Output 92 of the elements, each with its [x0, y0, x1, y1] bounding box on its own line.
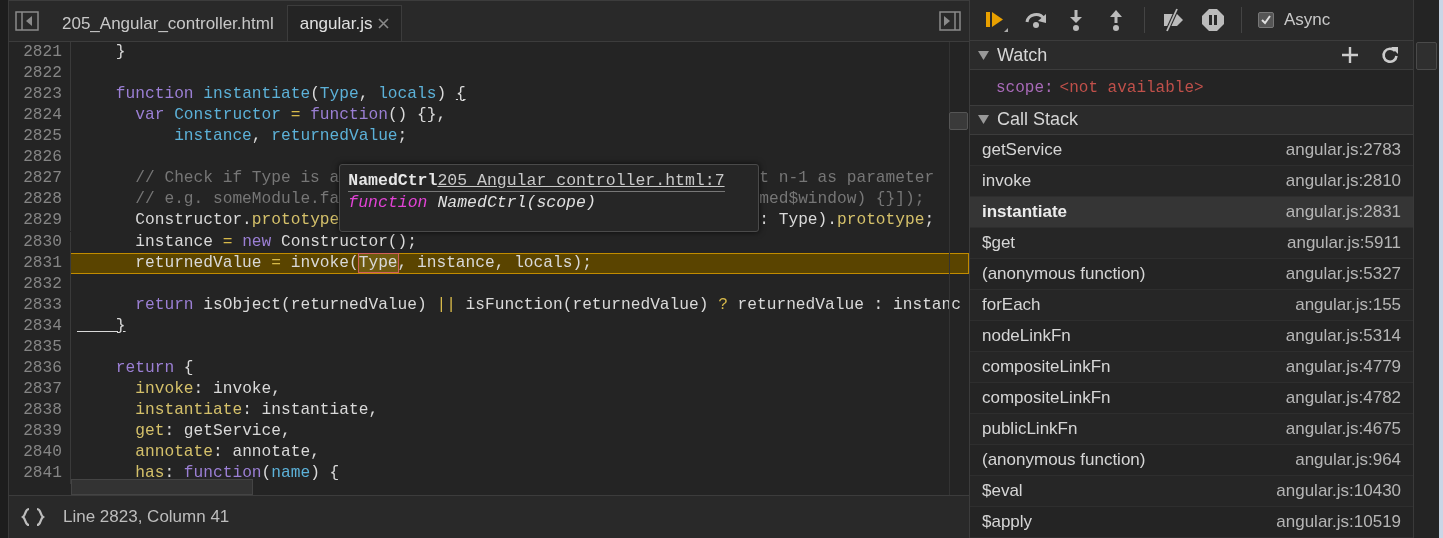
code-line: invoke: invoke, — [134, 379, 281, 400]
line-number: 2821 — [9, 42, 71, 63]
pause-on-exceptions-icon[interactable] — [1201, 8, 1225, 33]
function-name: $get — [982, 233, 1016, 253]
code-line: var Constructor = function() {}, — [134, 105, 447, 126]
function-name: getService — [982, 140, 1063, 160]
code-line: has: function(name) { — [134, 463, 340, 484]
line-number: 2831 — [9, 253, 71, 274]
source-location: angular.js:10430 — [1276, 481, 1402, 501]
section-header[interactable]: Watch — [970, 41, 1414, 71]
file-tab[interactable]: angular.js — [286, 5, 403, 41]
scrollbar-thumb[interactable] — [71, 479, 253, 495]
function-name: $apply — [982, 512, 1033, 532]
line-number: 2823 — [9, 84, 71, 105]
line-number: 2824 — [9, 105, 71, 126]
watch-value: <not available> — [1059, 78, 1204, 97]
source-location: angular.js:155 — [1295, 295, 1402, 315]
line-number: 2835 — [9, 337, 71, 358]
line-number: 2822 — [9, 63, 71, 84]
scrollbar-thumb[interactable] — [949, 112, 968, 130]
add-icon[interactable] — [1341, 46, 1360, 65]
cursor-position: Line 2823, Column 41 — [63, 507, 230, 527]
line-number: 2826 — [9, 147, 71, 168]
line-number: 2839 — [9, 421, 71, 442]
source-location: angular.js:5314 — [1285, 326, 1402, 346]
source-location: angular.js:2783 — [1285, 140, 1402, 160]
source-location: angular.js:2810 — [1285, 171, 1402, 191]
code-line: instance = new Constructor(); — [134, 232, 417, 253]
line-number: 2827 — [9, 168, 71, 189]
expanded-triangle-icon[interactable] — [978, 114, 989, 126]
source-link[interactable]: 205_Angular_controller.html:7 — [437, 171, 725, 190]
watch-expression[interactable]: scope: — [996, 78, 1054, 97]
scrollbar-thumb[interactable] — [1416, 42, 1438, 70]
function-name: $eval — [982, 481, 1023, 501]
line-number: 2841 — [9, 463, 71, 484]
file-tab[interactable]: 205_Angular_controller.html — [49, 5, 287, 41]
code-line: instance, returnedValue; — [173, 126, 408, 147]
checkbox[interactable] — [1258, 12, 1274, 29]
code-line: instantiate: instantiate, — [134, 400, 379, 421]
source-location: angular.js:964 — [1295, 450, 1402, 470]
line-number: 2833 — [9, 295, 71, 316]
line-number: 2828 — [9, 189, 71, 210]
section-header[interactable]: Call Stack — [970, 105, 1414, 135]
code-line: annotate: annotate, — [134, 442, 320, 463]
function-name: (anonymous function) — [982, 450, 1146, 470]
source-location: angular.js:2831 — [1285, 202, 1402, 222]
line-number: 2837 — [9, 379, 71, 400]
line-number: 2829 — [9, 210, 71, 231]
checkbox-label[interactable]: Async — [1284, 10, 1331, 31]
function-name: forEach — [982, 295, 1041, 315]
close-icon[interactable] — [378, 18, 390, 29]
code-line: get: getService, — [134, 421, 291, 442]
code-line: } — [114, 42, 126, 63]
source-location: angular.js:4782 — [1285, 388, 1402, 408]
function-name: compositeLinkFn — [982, 388, 1111, 408]
function-name: (anonymous function) — [982, 264, 1146, 284]
code-line: } — [114, 316, 126, 337]
expanded-triangle-icon[interactable] — [978, 49, 989, 61]
sidebar-toggle-icon[interactable] — [15, 11, 39, 31]
pretty-print-icon[interactable] — [21, 507, 45, 527]
refresh-icon[interactable] — [1381, 46, 1400, 65]
function-name: nodeLinkFn — [982, 326, 1071, 346]
function-name: compositeLinkFn — [982, 357, 1111, 377]
call-stack-frame[interactable]: instantiate angular.js:2831 — [970, 197, 1414, 228]
code-line: med$window) {}]); — [759, 189, 926, 210]
code-line: // e.g. someModule.fa — [134, 189, 340, 210]
code-line: Constructor.prototype — [134, 210, 340, 231]
function-name: instantiate — [982, 202, 1067, 222]
code-line: returnedValue = invoke(Type, instance, locals); — [134, 253, 592, 274]
function-name: publicLinkFn — [982, 419, 1078, 439]
function-signature: function NamedCtrl(scope) — [348, 192, 597, 214]
code-line: return { — [114, 358, 194, 379]
deactivate-breakpoints-icon[interactable] — [1161, 8, 1185, 33]
line-number: 2834 — [9, 316, 71, 337]
line-number: 2825 — [9, 126, 71, 147]
code-line: function instantiate(Type, locals) { — [114, 84, 466, 105]
source-location: angular.js:4779 — [1285, 357, 1402, 377]
debugger-toggle-icon[interactable] — [939, 11, 961, 31]
source-location: angular.js:4675 — [1285, 419, 1402, 439]
source-location: angular.js:10519 — [1276, 512, 1402, 532]
code-line: : Type).prototype; — [759, 210, 935, 231]
source-location: angular.js:5327 — [1285, 264, 1402, 284]
function-name: invoke — [982, 171, 1032, 191]
code-line: t n-1 as parameter — [759, 168, 935, 189]
line-number: 2832 — [9, 274, 71, 295]
line-number: 2840 — [9, 442, 71, 463]
code-line: // Check if Type is a — [134, 168, 340, 189]
line-number: 2838 — [9, 400, 71, 421]
function-name: NamedCtrl — [348, 171, 438, 190]
line-number: 2836 — [9, 358, 71, 379]
code-line: return isObject(returnedValue) || isFunction(returnedValue) ? returnedValue : instanc — [134, 295, 961, 316]
source-location: angular.js:5911 — [1287, 233, 1402, 253]
